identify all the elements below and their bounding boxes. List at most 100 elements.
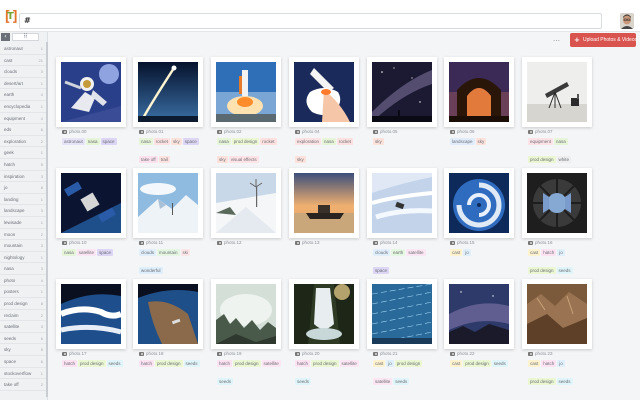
tag-chip[interactable]: sky (217, 156, 228, 163)
tag-chip[interactable]: nasa (62, 249, 76, 256)
upload-button[interactable]: + Upload Photos & Videos (570, 33, 637, 47)
photo-thumbnail-frame[interactable] (522, 168, 592, 238)
tag-chip[interactable]: cast (528, 360, 541, 367)
photo-thumbnail-frame[interactable] (367, 279, 437, 349)
tag-chip[interactable]: clouds (139, 249, 157, 256)
tag-chip[interactable]: space (373, 267, 390, 274)
tag-chip[interactable]: trail (158, 156, 170, 163)
tag-chip[interactable]: cast (528, 249, 541, 256)
tag-chip[interactable]: cast (373, 360, 386, 367)
sidebar-item-sky[interactable]: sky 5 (0, 344, 46, 357)
photo-thumbnail-frame[interactable] (367, 168, 437, 238)
tag-chip[interactable]: seeds (393, 378, 410, 385)
tag-chip[interactable]: nasa (85, 138, 100, 145)
tag-chip[interactable]: sky (475, 138, 487, 145)
sidebar-item-moon[interactable]: moon 2 (0, 229, 46, 241)
app-logo-icon[interactable]: [ T ] (3, 10, 19, 24)
tag-chip[interactable]: rocket (153, 138, 171, 145)
tag-chip[interactable]: astronaut (62, 138, 85, 145)
tag-chip[interactable]: jo (557, 360, 565, 367)
tag-chip[interactable]: prod design (233, 360, 261, 367)
sidebar-item-equipment[interactable]: equipment 4 (0, 113, 46, 125)
tag-chip[interactable]: satellite (406, 249, 426, 256)
photo-thumbnail-frame[interactable] (56, 168, 126, 238)
photo-thumbnail-frame[interactable] (522, 279, 592, 349)
tag-chip[interactable]: earth (391, 249, 406, 256)
sidebar-item-astronaut[interactable]: astronaut 1 (0, 43, 46, 55)
tag-chip[interactable]: prod design (528, 267, 556, 274)
photo-thumbnail-frame[interactable] (133, 57, 203, 127)
tag-chip[interactable]: prod design (394, 360, 423, 367)
tag-chip[interactable]: seeds (183, 360, 200, 367)
tag-chip[interactable]: ski (180, 249, 191, 256)
tag-chip[interactable]: rocket (260, 138, 277, 145)
tag-chip[interactable]: space (97, 249, 114, 256)
sidebar-item-reclaim[interactable]: reclaim 2 (0, 310, 46, 322)
tag-chip[interactable]: satellite (373, 378, 393, 385)
tag-chip[interactable]: prod design (311, 360, 339, 367)
tag-chip[interactable]: prod design (463, 360, 491, 367)
photo-thumbnail-frame[interactable] (289, 57, 359, 127)
tag-chip[interactable]: seeds (556, 267, 573, 274)
sidebar-item-cast[interactable]: cast 21 (0, 55, 46, 67)
tag-chip[interactable]: hatch (541, 360, 557, 367)
tag-chip[interactable]: jo (557, 249, 565, 256)
tag-chip[interactable]: space (100, 138, 117, 145)
sidebar-item-space[interactable]: space 6 (0, 356, 46, 368)
sidebar-item-photo[interactable]: photo 4 (0, 275, 46, 287)
photo-thumbnail-frame[interactable] (522, 57, 592, 127)
tag-chip[interactable]: space (182, 138, 199, 145)
tag-chip[interactable]: hatch (541, 249, 557, 256)
tag-chip[interactable]: seeds (491, 360, 508, 367)
sidebar-item-satellite[interactable]: satellite 3 (0, 321, 46, 333)
tag-chip[interactable]: nasa (554, 138, 568, 145)
tag-chip[interactable]: hatch (295, 360, 311, 367)
tag-chip[interactable]: wonderful (139, 267, 163, 274)
photo-thumbnail-frame[interactable] (289, 168, 359, 238)
more-options-icon[interactable]: … (553, 35, 560, 43)
tag-chip[interactable]: exploration (295, 138, 322, 145)
user-avatar[interactable] (620, 13, 634, 29)
photo-thumbnail-frame[interactable] (56, 57, 126, 127)
tag-chip[interactable]: jo (463, 249, 471, 256)
sidebar-item-seeds[interactable]: seeds 6 (0, 333, 46, 345)
sidebar-item-nightology[interactable]: nightology 1 (0, 252, 46, 264)
tag-chip[interactable]: sky (373, 138, 384, 145)
photo-thumbnail-frame[interactable] (211, 279, 281, 349)
sidebar-scrollbar[interactable] (46, 42, 48, 397)
tag-chip[interactable]: cast (450, 360, 463, 367)
collapse-sidebar-icon[interactable]: ‹ (1, 33, 10, 41)
tag-chip[interactable]: satellite (339, 360, 359, 367)
sidebar-item-hatch[interactable]: hatch 5 (0, 159, 46, 171)
tag-chip[interactable]: satellite (76, 249, 97, 256)
tag-chip[interactable]: sky (171, 138, 182, 145)
tag-chip[interactable]: seeds (217, 378, 234, 385)
tag-chip[interactable]: white (556, 156, 572, 163)
tag-chip[interactable]: nasa (322, 138, 336, 145)
tag-chip[interactable]: prod design (231, 138, 260, 145)
tag-chip[interactable]: prod design (528, 156, 556, 163)
sidebar-item-eds[interactable]: eds 6 (0, 124, 46, 136)
sidebar-item-lewisade[interactable]: lewisade 1 (0, 217, 46, 229)
photo-thumbnail-frame[interactable] (444, 279, 514, 349)
tag-chip[interactable]: hatch (139, 360, 155, 367)
photo-thumbnail-frame[interactable] (444, 57, 514, 127)
sidebar-item-earth[interactable]: earth 4 (0, 89, 46, 101)
photo-thumbnail-frame[interactable] (133, 168, 203, 238)
sidebar-item-clouds[interactable]: clouds 3 (0, 66, 46, 78)
sidebar-item-geek[interactable]: geek 1 (0, 147, 46, 159)
sidebar-item-posters[interactable]: posters 1 (0, 286, 46, 299)
sidebar-item-nasa[interactable]: nasa 3 (0, 263, 46, 275)
tag-chip[interactable]: equipment (528, 138, 554, 145)
tag-chip[interactable]: take off (139, 156, 158, 163)
photo-thumbnail-frame[interactable] (289, 279, 359, 349)
tag-chip[interactable]: jo (386, 360, 394, 367)
sidebar-item-take-off[interactable]: take off 2 (0, 379, 46, 391)
tag-chip[interactable]: hatch (62, 360, 78, 367)
sidebar-item-desert-art[interactable]: desert/art 1 (0, 78, 46, 90)
sidebar-item-prod-design[interactable]: prod design 8 (0, 298, 46, 310)
sidebar-item-mountain[interactable]: mountain 3 (0, 240, 46, 252)
photo-thumbnail-frame[interactable] (133, 279, 203, 349)
tag-chip[interactable]: prod design (78, 360, 106, 367)
photo-thumbnail-frame[interactable] (444, 168, 514, 238)
